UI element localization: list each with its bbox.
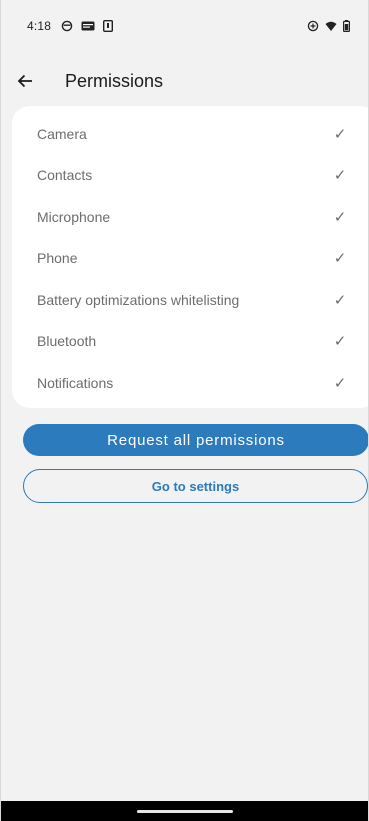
go-to-settings-button[interactable]: Go to settings bbox=[23, 469, 368, 503]
go-to-settings-label: Go to settings bbox=[151, 478, 240, 494]
permission-label: Bluetooth bbox=[37, 333, 97, 350]
permission-label: Microphone bbox=[37, 208, 111, 225]
permission-item-contacts[interactable]: Contacts ✓ bbox=[12, 155, 368, 197]
permissions-screen: 4:18 Permissions Camera ✓ Contacts ✓ Mic… bbox=[0, 0, 369, 821]
permission-label: Contacts bbox=[37, 167, 93, 184]
request-all-permissions-button[interactable]: Request all permissions bbox=[23, 424, 368, 456]
page-title: Permissions bbox=[65, 70, 164, 91]
permission-item-battery-optimizations[interactable]: Battery optimizations whitelisting ✓ bbox=[12, 279, 368, 321]
top-app-bar: Permissions bbox=[1, 60, 368, 102]
sim-card-icon bbox=[103, 19, 114, 33]
check-icon: ✓ bbox=[333, 208, 347, 226]
data-saver-icon bbox=[307, 20, 319, 32]
permission-label: Battery optimizations whitelisting bbox=[37, 291, 240, 308]
permission-item-bluetooth[interactable]: Bluetooth ✓ bbox=[12, 321, 368, 363]
permission-item-camera[interactable]: Camera ✓ bbox=[12, 113, 368, 155]
permission-label: Camera bbox=[37, 125, 87, 142]
request-all-permissions-label: Request all permissions bbox=[107, 431, 285, 449]
status-right-icons bbox=[307, 20, 351, 32]
status-left-icons bbox=[61, 19, 114, 33]
navigation-bar bbox=[1, 801, 368, 821]
check-icon: ✓ bbox=[333, 333, 347, 351]
news-icon bbox=[81, 21, 95, 31]
check-icon: ✓ bbox=[333, 291, 347, 309]
vpn-key-icon bbox=[61, 20, 73, 32]
check-icon: ✓ bbox=[333, 125, 347, 143]
permission-item-microphone[interactable]: Microphone ✓ bbox=[12, 196, 368, 238]
arrow-back-icon bbox=[17, 73, 33, 89]
permission-label: Notifications bbox=[37, 374, 114, 391]
back-button[interactable] bbox=[17, 61, 57, 101]
wifi-icon bbox=[325, 21, 337, 32]
permission-item-notifications[interactable]: Notifications ✓ bbox=[12, 362, 368, 404]
check-icon: ✓ bbox=[333, 374, 347, 392]
permission-item-phone[interactable]: Phone ✓ bbox=[12, 238, 368, 280]
home-gesture-handle[interactable] bbox=[136, 810, 233, 813]
permissions-list: Camera ✓ Contacts ✓ Microphone ✓ Phone ✓… bbox=[12, 106, 368, 408]
status-bar: 4:18 bbox=[1, 0, 368, 52]
check-icon: ✓ bbox=[333, 167, 347, 185]
permission-label: Phone bbox=[37, 250, 78, 267]
check-icon: ✓ bbox=[333, 250, 347, 268]
status-time: 4:18 bbox=[27, 19, 52, 33]
battery-icon bbox=[343, 20, 351, 32]
